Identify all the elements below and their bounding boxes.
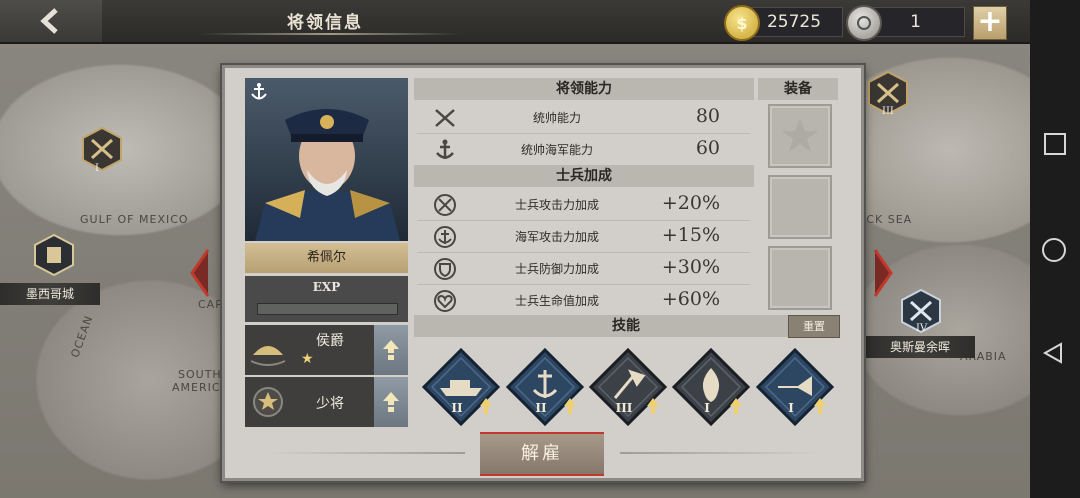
naval-attack-icon — [434, 226, 456, 248]
attack-bonus-icon — [434, 194, 456, 216]
skill-slot[interactable]: II — [420, 346, 502, 428]
system-nav-bar — [1030, 0, 1080, 498]
recent-apps-icon[interactable] — [1044, 133, 1066, 155]
gold-coin-icon: $ — [724, 5, 760, 41]
shield-icon — [434, 258, 456, 280]
back-button[interactable] — [0, 0, 102, 42]
previous-general-arrow-icon[interactable] — [188, 248, 212, 298]
title-rank-row: 侯爵 ★ — [245, 325, 408, 375]
unit-badge-icon[interactable] — [80, 126, 124, 172]
skill-level: III — [615, 401, 633, 415]
exp-box: EXP — [245, 276, 408, 322]
city-marker-icon[interactable] — [32, 233, 76, 277]
skill-slot[interactable]: I — [670, 346, 752, 428]
unit-level-label: IV — [916, 323, 928, 334]
bonus-value: +60% — [661, 288, 720, 310]
skill-slot[interactable]: II — [504, 346, 586, 428]
upgrade-arrow-icon — [383, 392, 399, 412]
skill-level: I — [788, 401, 794, 415]
map-label: OCEAN — [68, 313, 96, 360]
rank-star-icon: ★ — [301, 351, 314, 367]
crossed-swords-icon — [435, 109, 455, 127]
bonus-row: 士兵生命值加成 +60% — [417, 285, 750, 316]
equipment-badge-icon — [782, 118, 818, 152]
skill-level: II — [451, 401, 463, 415]
skill-slot[interactable]: III — [587, 346, 669, 428]
skill-slot[interactable]: I — [754, 346, 836, 428]
abilities-header: 将领能力 — [414, 78, 754, 100]
rank-insignia-icon — [253, 387, 283, 417]
bonus-value: +20% — [661, 192, 720, 214]
medal-icon — [846, 5, 882, 41]
bonuses-header: 士兵加成 — [414, 165, 754, 187]
bonus-label: 士兵攻击力加成 — [514, 198, 599, 212]
exp-bar — [257, 303, 398, 315]
divider-line — [265, 452, 465, 454]
bonus-label: 士兵生命值加成 — [514, 294, 599, 308]
bonus-row: 士兵防御力加成 +30% — [417, 253, 750, 285]
add-currency-button[interactable]: + — [973, 6, 1007, 40]
navy-anchor-icon — [251, 83, 267, 100]
back-arrow-icon — [40, 8, 58, 34]
bonus-value: +15% — [661, 224, 720, 246]
reset-skills-button[interactable]: 重置 — [788, 315, 840, 338]
page-title: 将领信息 — [287, 13, 363, 33]
title-underline — [200, 33, 460, 35]
map-label: GULF OF MEXICO — [80, 213, 189, 226]
unit-level-label: III — [882, 106, 894, 117]
equipment-header: 装备 — [758, 78, 838, 100]
general-info-panel: 希佩尔 EXP 侯爵 ★ 少将 将领能力 装备 统帅能力 80 统帅海军能力 6… — [222, 65, 864, 481]
skill-level: II — [535, 401, 547, 415]
nav-back-icon[interactable] — [1042, 342, 1064, 364]
map-label: SOUTH — [178, 368, 222, 381]
ability-row: 统帅能力 80 — [417, 102, 750, 134]
ability-value: 60 — [695, 137, 720, 159]
equipment-slot[interactable] — [768, 246, 832, 310]
divider-line — [620, 452, 820, 454]
exp-label: EXP — [312, 280, 341, 294]
skill-level: I — [704, 401, 710, 415]
bonus-label: 士兵防御力加成 — [514, 262, 599, 276]
bonus-value: +30% — [661, 256, 720, 278]
anchor-icon — [436, 139, 454, 159]
equipment-slot[interactable] — [768, 175, 832, 239]
equipment-slot[interactable] — [768, 104, 832, 168]
home-icon[interactable] — [1042, 238, 1066, 262]
bonus-label: 海军攻击力加成 — [514, 230, 599, 244]
title-rank-label: 侯爵 — [316, 333, 344, 349]
heart-icon — [434, 290, 456, 312]
next-general-arrow-icon[interactable] — [871, 248, 895, 298]
noble-hat-icon — [250, 346, 286, 366]
general-name: 希佩尔 — [245, 243, 408, 273]
general-portrait — [245, 78, 408, 241]
military-rank-row: 少将 — [245, 377, 408, 427]
ability-label: 统帅能力 — [532, 111, 581, 125]
ability-value: 80 — [695, 105, 720, 127]
city-name-label[interactable]: 墨西哥城 — [0, 283, 100, 305]
skills-header: 技能 — [414, 315, 838, 337]
bonus-row: 士兵攻击力加成 +20% — [417, 189, 750, 221]
unit-level-label: I — [95, 163, 99, 174]
map-label: AMERICA — [172, 381, 230, 394]
military-rank-label: 少将 — [316, 396, 344, 412]
upgrade-arrow-icon — [383, 340, 399, 360]
city-name-label[interactable]: 奥斯曼余晖 — [865, 336, 975, 358]
top-bar: 将领信息 25725 $ 1 + — [0, 0, 1030, 44]
dismiss-button[interactable]: 解雇 — [480, 432, 604, 476]
ability-label: 统帅海军能力 — [520, 143, 593, 157]
ability-row: 统帅海军能力 60 — [417, 134, 750, 166]
map-label: ACK SEA — [858, 213, 913, 226]
upgrade-rank-button[interactable] — [374, 377, 408, 427]
upgrade-title-button[interactable] — [374, 325, 408, 375]
bonus-row: 海军攻击力加成 +15% — [417, 221, 750, 253]
